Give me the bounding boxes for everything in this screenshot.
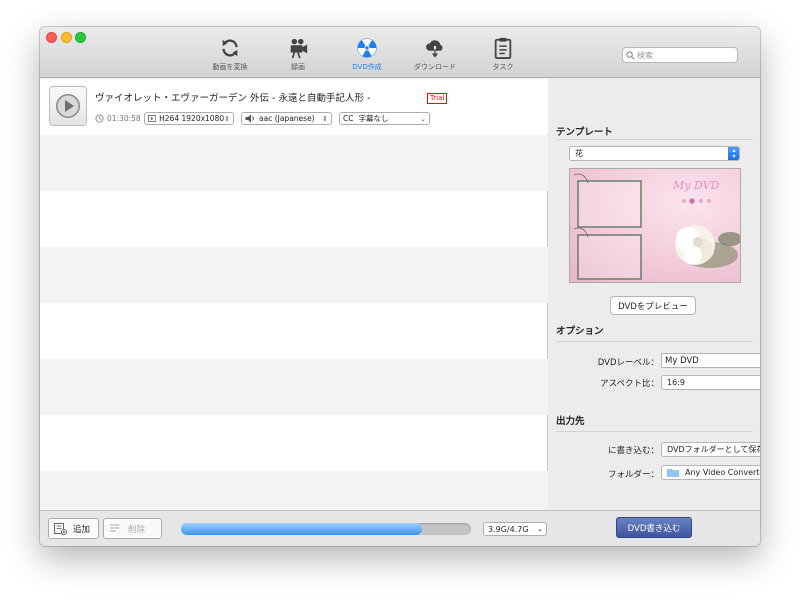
write-to-select[interactable]: DVDフォルダーとして保存 ▾ (661, 442, 760, 457)
divider (556, 139, 753, 140)
burn-dvd-button[interactable]: DVD書き込む (616, 517, 692, 538)
cloud-download-icon (426, 40, 443, 58)
video-list-item[interactable]: ヴァイオレット・エヴァーガーデン 外伝 - 永遠と自動手記人形 - Trial … (40, 79, 548, 134)
video-duration: 01:30:58 (95, 114, 141, 123)
play-button[interactable] (49, 86, 87, 126)
aspect-ratio-label: アスペクト比： (600, 379, 659, 389)
folder-value: Any Video Converte... (685, 468, 760, 477)
toolbar-record-label: 録画 (291, 63, 305, 71)
play-icon (56, 94, 80, 118)
aspect-ratio-select[interactable]: 16:9 ▴▾ (661, 375, 760, 390)
clipboard-icon (494, 37, 512, 59)
toolbar-tasks-label: タスク (492, 63, 514, 71)
toolbar-download-label: ダウンロード (414, 63, 456, 71)
folder-label: フォルダー： (607, 470, 659, 480)
toolbar-tasks-button[interactable]: タスク (467, 37, 539, 75)
toolbar-convert-button[interactable]: 動画を変換 (194, 37, 266, 75)
toolbar-dvd-button[interactable]: DVD作成 (331, 37, 403, 75)
minimize-window-button[interactable] (61, 32, 72, 43)
divider (556, 431, 753, 432)
bottom-bar: 追加 削除 3.9G/4.7G ⌄ DVD書き込む (40, 510, 760, 546)
output-section-title: 出力先 (556, 416, 585, 427)
dvd-label-input[interactable]: My DVD (661, 353, 760, 368)
empty-row (40, 135, 548, 191)
updown-arrow-icon: ▴ ▾ (728, 147, 739, 160)
audio-track-select[interactable]: aac (Japanese) ⇕ (241, 112, 332, 125)
divider (556, 341, 753, 342)
subtitle-value: 字幕なし (358, 114, 389, 123)
options-section-title: オプション (556, 326, 604, 337)
convert-icon (222, 39, 238, 57)
progress-fill (181, 523, 422, 535)
search-placeholder: 検索 (637, 50, 653, 60)
burn-dvd-label: DVD書き込む (627, 523, 681, 534)
maximize-window-button[interactable] (75, 32, 86, 43)
audio-track-value: aac (Japanese) (259, 114, 315, 123)
disk-size-select[interactable]: 3.9G/4.7G ⌄ (483, 522, 547, 536)
folder-select[interactable]: Any Video Converte... ▴▾ (661, 465, 760, 480)
write-to-label: に書き込む： (607, 446, 659, 456)
write-to-value: DVDフォルダーとして保存 (667, 445, 760, 454)
disk-usage-progress-bar (181, 523, 471, 535)
duration-text: 01:30:58 (107, 114, 141, 123)
disk-size-value: 3.9G/4.7G (488, 524, 529, 534)
file-list[interactable]: ヴァイオレット・エヴァーガーデン 外伝 - 永遠と自動手記人形 - Trial … (40, 79, 548, 510)
toolbar-download-button[interactable]: ダウンロード (399, 37, 471, 75)
preview-title-text: My DVD (673, 179, 720, 192)
add-label: 追加 (73, 524, 91, 535)
speaker-icon (245, 114, 254, 123)
aspect-ratio-value: 16:9 (667, 378, 685, 387)
updown-arrow-icon: ⇕ (322, 114, 328, 123)
subtitle-select[interactable]: CC 字幕なし ⌄ (339, 112, 430, 125)
empty-row (40, 359, 548, 415)
empty-row (40, 247, 548, 303)
app-window: 動画を変換 録画 DVD作成 ダウンロード タスク 検索 ヴァイオレット・エヴァ… (40, 27, 760, 546)
close-window-button[interactable] (46, 32, 57, 43)
toolbar-dvd-label: DVD作成 (352, 63, 382, 71)
film-icon (148, 115, 157, 122)
template-section-title: テンプレート (556, 127, 613, 138)
delete-button[interactable]: 削除 (103, 518, 162, 539)
video-track-select[interactable]: H264 1920x1080 ⇕ (144, 112, 234, 125)
updown-arrow-icon: ⇕ (224, 114, 230, 123)
folder-icon (667, 469, 679, 477)
chevron-down-icon: ⌄ (537, 525, 543, 533)
subtitle-cc-label: CC (343, 114, 354, 123)
radiation-icon (357, 38, 377, 58)
template-select[interactable]: 花 ▴ ▾ (569, 146, 740, 161)
add-file-icon (54, 522, 67, 535)
preview-dvd-label: DVDをプレビュー (618, 301, 688, 312)
toolbar: 動画を変換 録画 DVD作成 ダウンロード タスク 検索 (40, 27, 760, 78)
delete-label: 削除 (128, 524, 146, 535)
empty-row (40, 471, 548, 510)
search-icon (626, 50, 635, 59)
add-button[interactable]: 追加 (48, 518, 99, 539)
toolbar-convert-label: 動画を変換 (212, 63, 248, 71)
template-preview: My DVD (569, 168, 741, 283)
video-title: ヴァイオレット・エヴァーガーデン 外伝 - 永遠と自動手記人形 - (95, 93, 371, 104)
chevron-down-icon: ⌄ (420, 114, 426, 123)
delete-list-icon (110, 524, 119, 532)
dvd-label-value: My DVD (665, 355, 699, 366)
video-camera-icon (290, 38, 308, 59)
preview-dvd-button[interactable]: DVDをプレビュー (610, 296, 696, 315)
video-track-value: H264 1920x1080 (159, 114, 225, 123)
template-select-value: 花 (575, 149, 583, 158)
search-input[interactable]: 検索 (622, 47, 738, 63)
toolbar-record-button[interactable]: 録画 (262, 37, 334, 75)
settings-sidebar: テンプレート 花 ▴ ▾ My DVD DVDをプレビュー オプション DVDレ… (549, 79, 760, 510)
trial-badge: Trial (427, 93, 448, 104)
dvd-label-label: DVDレーベル： (597, 358, 659, 368)
clock-icon (95, 114, 104, 123)
